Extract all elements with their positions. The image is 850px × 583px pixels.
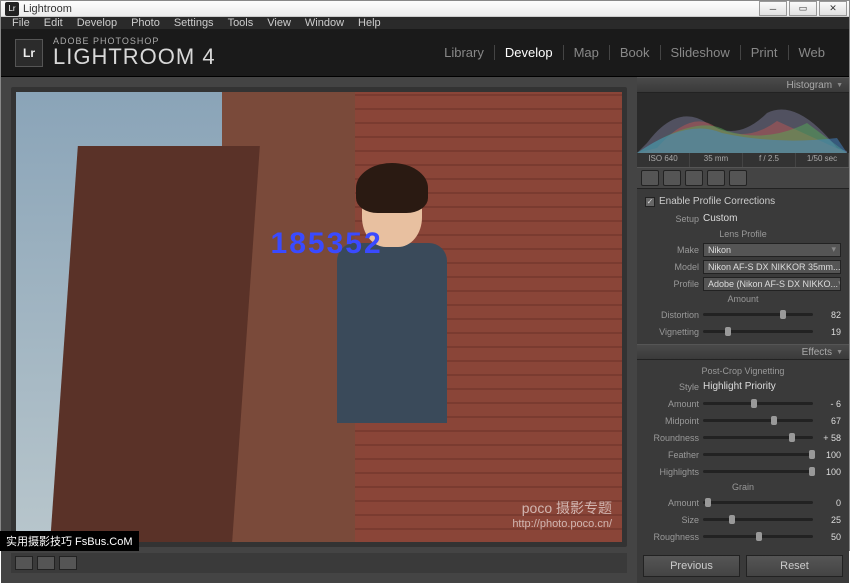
close-button[interactable]: ✕ bbox=[819, 1, 847, 16]
vignette-amount-slider[interactable] bbox=[703, 402, 813, 405]
redeye-icon[interactable] bbox=[685, 170, 703, 186]
footer-tag: 实用摄影技巧 FsBus.CoM bbox=[0, 531, 139, 551]
menu-edit[interactable]: Edit bbox=[37, 17, 70, 29]
distortion-slider[interactable] bbox=[703, 313, 813, 316]
menu-window[interactable]: Window bbox=[298, 17, 351, 29]
bottom-toolbar bbox=[11, 553, 627, 573]
histogram-info: ISO 640 35 mm f / 2.5 1/50 sec bbox=[637, 153, 849, 167]
brand-logo: Lr bbox=[15, 39, 43, 67]
effects-header[interactable]: Effects bbox=[637, 344, 849, 360]
reset-button[interactable]: Reset bbox=[746, 555, 843, 577]
menubar: File Edit Develop Photo Settings Tools V… bbox=[1, 17, 849, 29]
menu-develop[interactable]: Develop bbox=[70, 17, 124, 29]
spot-icon[interactable] bbox=[663, 170, 681, 186]
module-library[interactable]: Library bbox=[434, 45, 495, 60]
midpoint-slider[interactable] bbox=[703, 419, 813, 422]
grain-amount-slider[interactable] bbox=[703, 501, 813, 504]
module-web[interactable]: Web bbox=[789, 45, 836, 60]
overlay-number: 185352 bbox=[271, 227, 383, 261]
brand-bar: Lr ADOBE PHOTOSHOP LIGHTROOM 4 Library D… bbox=[1, 29, 849, 77]
profile-dropdown[interactable]: Adobe (Nikon AF-S DX NIKKO... bbox=[703, 277, 841, 291]
titlebar: Lr Lightroom ─ ▭ ✕ bbox=[1, 1, 849, 17]
module-picker: Library Develop Map Book Slideshow Print… bbox=[434, 45, 835, 60]
highlights-slider[interactable] bbox=[703, 470, 813, 473]
module-develop[interactable]: Develop bbox=[495, 45, 564, 60]
grain-size-slider[interactable] bbox=[703, 518, 813, 521]
crop-icon[interactable] bbox=[641, 170, 659, 186]
setup-value[interactable]: Custom bbox=[703, 213, 737, 224]
menu-settings[interactable]: Settings bbox=[167, 17, 221, 29]
grain-roughness-slider[interactable] bbox=[703, 535, 813, 538]
module-print[interactable]: Print bbox=[741, 45, 789, 60]
survey-view-icon[interactable] bbox=[59, 556, 77, 570]
vignetting-slider[interactable] bbox=[703, 330, 813, 333]
image-frame: 185352 poco 摄影专题 http://photo.poco.cn/ bbox=[11, 87, 627, 547]
loupe-view-icon[interactable] bbox=[15, 556, 33, 570]
watermark: poco 摄影专题 http://photo.poco.cn/ bbox=[512, 498, 612, 530]
photo-preview[interactable]: 185352 poco 摄影专题 http://photo.poco.cn/ bbox=[16, 92, 622, 542]
gradient-icon[interactable] bbox=[707, 170, 725, 186]
menu-tools[interactable]: Tools bbox=[221, 17, 261, 29]
module-slideshow[interactable]: Slideshow bbox=[661, 45, 741, 60]
feather-slider[interactable] bbox=[703, 453, 813, 456]
brush-icon[interactable] bbox=[729, 170, 747, 186]
enable-profile-label: Enable Profile Corrections bbox=[659, 196, 775, 207]
compare-view-icon[interactable] bbox=[37, 556, 55, 570]
make-dropdown[interactable]: Nikon bbox=[703, 243, 841, 257]
enable-profile-checkbox[interactable]: ✓ bbox=[645, 197, 655, 207]
minimize-button[interactable]: ─ bbox=[759, 1, 787, 16]
maximize-button[interactable]: ▭ bbox=[789, 1, 817, 16]
menu-photo[interactable]: Photo bbox=[124, 17, 167, 29]
brand-text: ADOBE PHOTOSHOP LIGHTROOM 4 bbox=[53, 37, 216, 69]
roundness-slider[interactable] bbox=[703, 436, 813, 439]
menu-view[interactable]: View bbox=[260, 17, 298, 29]
menu-file[interactable]: File bbox=[5, 17, 37, 29]
module-book[interactable]: Book bbox=[610, 45, 661, 60]
window-title: Lightroom bbox=[23, 3, 759, 15]
histogram-header[interactable]: Histogram bbox=[637, 77, 849, 93]
module-map[interactable]: Map bbox=[564, 45, 610, 60]
histogram[interactable] bbox=[637, 93, 849, 153]
style-value[interactable]: Highlight Priority bbox=[703, 381, 776, 392]
app-icon: Lr bbox=[5, 2, 19, 16]
previous-button[interactable]: Previous bbox=[643, 555, 740, 577]
model-dropdown[interactable]: Nikon AF-S DX NIKKOR 35mm... bbox=[703, 260, 841, 274]
right-panel: Histogram ISO 640 35 mm f / 2.5 1/50 sec bbox=[637, 77, 849, 583]
menu-help[interactable]: Help bbox=[351, 17, 388, 29]
tool-strip bbox=[637, 167, 849, 189]
